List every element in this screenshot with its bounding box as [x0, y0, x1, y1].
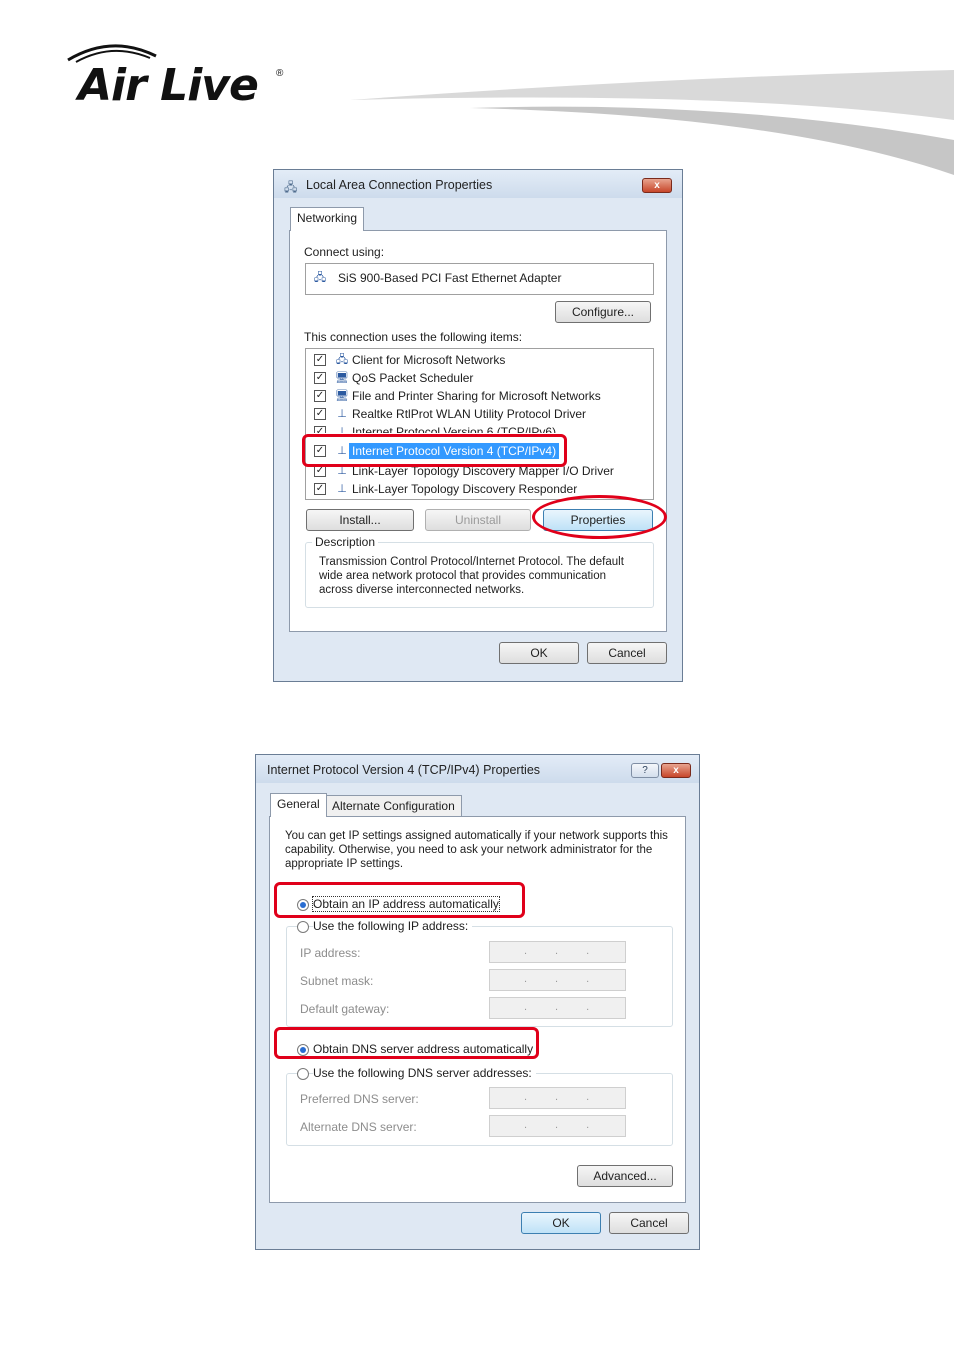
items-label: This connection uses the following items…	[304, 330, 523, 344]
list-item[interactable]: ✓ 🖥 File and Printer Sharing for Microso…	[306, 387, 651, 405]
item-label: Internet Protocol Version 6 (TCP/IPv6)	[352, 425, 557, 433]
highlight-obtain-ip-auto	[274, 882, 525, 918]
protocol-icon: ⊥	[337, 483, 347, 495]
item-label: Link-Layer Topology Discovery Responder	[352, 482, 578, 496]
items-list[interactable]: ✓ 🖧 Client for Microsoft Networks ✓ 🖥 Qo…	[305, 348, 654, 500]
service-icon: 🖥	[335, 372, 349, 384]
general-panel: You can get IP settings assigned automat…	[269, 816, 686, 1203]
client-icon: 🖧	[335, 354, 349, 366]
highlight-obtain-dns-auto	[274, 1027, 539, 1059]
checkbox[interactable]: ✓	[314, 390, 326, 402]
logo-registered: ®	[276, 68, 284, 79]
close-button[interactable]: x	[661, 763, 691, 778]
network-icon: 🖧	[284, 180, 298, 194]
intro-text: You can get IP settings assigned automat…	[285, 830, 668, 870]
adapter-icon: 🖧	[313, 272, 327, 284]
use-following-dns-label[interactable]: Use the following DNS server addresses:	[313, 1066, 536, 1080]
protocol-icon: ⊥	[337, 426, 347, 433]
item-label: QoS Packet Scheduler	[352, 371, 474, 385]
checkbox[interactable]: ✓	[314, 483, 326, 495]
help-button[interactable]: ?	[631, 763, 659, 778]
list-item[interactable]: ✓ ⊥ Internet Protocol Version 6 (TCP/IPv…	[306, 423, 651, 433]
dialog-title: Local Area Connection Properties	[306, 178, 493, 192]
preferred-dns-label: Preferred DNS server:	[300, 1092, 419, 1106]
tab-networking[interactable]: Networking	[290, 207, 365, 231]
protocol-icon: ⊥	[337, 408, 347, 420]
checkbox[interactable]: ✓	[314, 372, 326, 384]
dialog-titlebar: 🖧 Local Area Connection Properties x	[274, 170, 682, 198]
tab-general[interactable]: General	[270, 793, 327, 817]
checkbox[interactable]: ✓	[314, 354, 326, 366]
dialog-title: Internet Protocol Version 4 (TCP/IPv4) P…	[267, 763, 541, 777]
install-button[interactable]: Install...	[306, 509, 414, 531]
ipv4-properties-dialog: Internet Protocol Version 4 (TCP/IPv4) P…	[255, 754, 700, 1250]
close-button[interactable]: x	[642, 178, 672, 193]
item-label: File and Printer Sharing for Microsoft N…	[352, 389, 601, 403]
local-area-connection-dialog: 🖧 Local Area Connection Properties x Net…	[273, 169, 683, 682]
tab-alternate-configuration[interactable]: Alternate Configuration	[325, 795, 462, 817]
ip-address-field[interactable]: ...	[489, 941, 626, 963]
cancel-button[interactable]: Cancel	[609, 1212, 689, 1234]
subnet-mask-label: Subnet mask:	[300, 974, 374, 988]
dialog-titlebar: Internet Protocol Version 4 (TCP/IPv4) P…	[256, 755, 699, 783]
cancel-button[interactable]: Cancel	[587, 642, 667, 664]
checkbox[interactable]: ✓	[314, 408, 326, 420]
description-text: Transmission Control Protocol/Internet P…	[319, 556, 624, 596]
uninstall-button[interactable]: Uninstall	[425, 509, 531, 531]
networking-panel: Connect using: 🖧 SiS 900-Based PCI Fast …	[289, 230, 667, 632]
adapter-name: SiS 900-Based PCI Fast Ethernet Adapter	[338, 271, 562, 285]
preferred-dns-field[interactable]: ...	[489, 1087, 626, 1109]
logo-text: Air Live	[78, 60, 259, 111]
default-gateway-field[interactable]: ...	[489, 997, 626, 1019]
subnet-mask-field[interactable]: ...	[489, 969, 626, 991]
advanced-button[interactable]: Advanced...	[577, 1165, 673, 1187]
alternate-dns-label: Alternate DNS server:	[300, 1120, 417, 1134]
item-label: Client for Microsoft Networks	[352, 353, 506, 367]
alternate-dns-field[interactable]: ...	[489, 1115, 626, 1137]
list-item[interactable]: ✓ 🖥 QoS Packet Scheduler	[306, 369, 651, 387]
connect-using-label: Connect using:	[304, 245, 385, 259]
use-following-ip-radio[interactable]	[297, 921, 309, 933]
configure-button[interactable]: Configure...	[555, 301, 651, 323]
checkbox[interactable]: ✓	[314, 426, 326, 433]
list-item[interactable]: ✓ ⊥ Realtke RtlProt WLAN Utility Protoco…	[306, 405, 651, 423]
highlight-ipv4-item	[302, 434, 567, 467]
ip-address-label: IP address:	[300, 946, 361, 960]
list-item[interactable]: ✓ 🖧 Client for Microsoft Networks	[306, 351, 651, 369]
airlive-logo: Air Live ®	[64, 38, 304, 118]
ok-button[interactable]: OK	[499, 642, 579, 664]
service-icon: 🖥	[335, 390, 349, 402]
item-label: Realtke RtlProt WLAN Utility Protocol Dr…	[352, 407, 587, 421]
default-gateway-label: Default gateway:	[300, 1002, 390, 1016]
ok-button[interactable]: OK	[521, 1212, 601, 1234]
description-label: Description	[312, 535, 379, 549]
use-following-ip-label[interactable]: Use the following IP address:	[313, 919, 473, 933]
highlight-properties-button	[532, 495, 667, 539]
use-following-dns-radio[interactable]	[297, 1068, 309, 1080]
adapter-field: 🖧 SiS 900-Based PCI Fast Ethernet Adapte…	[305, 263, 654, 295]
